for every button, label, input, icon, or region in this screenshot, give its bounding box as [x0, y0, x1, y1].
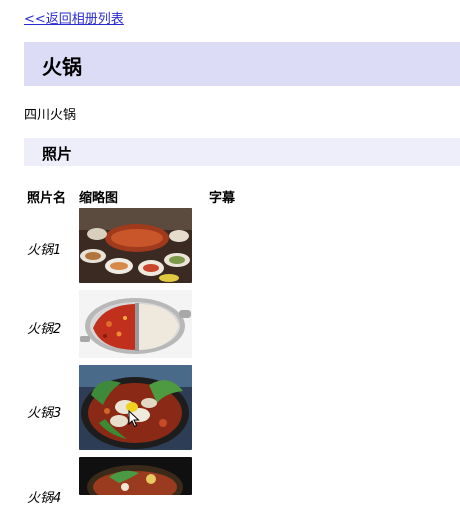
- photo-name-4: 火锅4: [27, 491, 62, 506]
- album-title: 火锅: [42, 55, 82, 79]
- column-header-thumbnail: 缩略图: [79, 191, 119, 206]
- column-header-caption: 字幕: [209, 191, 236, 206]
- photo-thumbnail-3[interactable]: [79, 365, 192, 450]
- mouse-cursor-icon: [128, 410, 140, 428]
- photo-name-3: 火锅3: [27, 406, 62, 421]
- column-header-name: 照片名: [27, 191, 67, 206]
- photo-name-2: 火锅2: [27, 322, 62, 337]
- album-description: 四川火锅: [24, 108, 77, 123]
- photos-section-heading: 照片: [42, 145, 73, 163]
- album-title-bar: 火锅: [24, 42, 460, 86]
- photos-section-bar: 照片: [24, 138, 460, 166]
- photo-thumbnail-4[interactable]: [79, 457, 192, 495]
- photo-name-1: 火锅1: [27, 243, 62, 258]
- photo-thumbnail-1[interactable]: [79, 208, 192, 283]
- photo-thumbnail-2[interactable]: [79, 290, 192, 358]
- back-to-album-list-link[interactable]: <<返回相册列表: [24, 8, 124, 27]
